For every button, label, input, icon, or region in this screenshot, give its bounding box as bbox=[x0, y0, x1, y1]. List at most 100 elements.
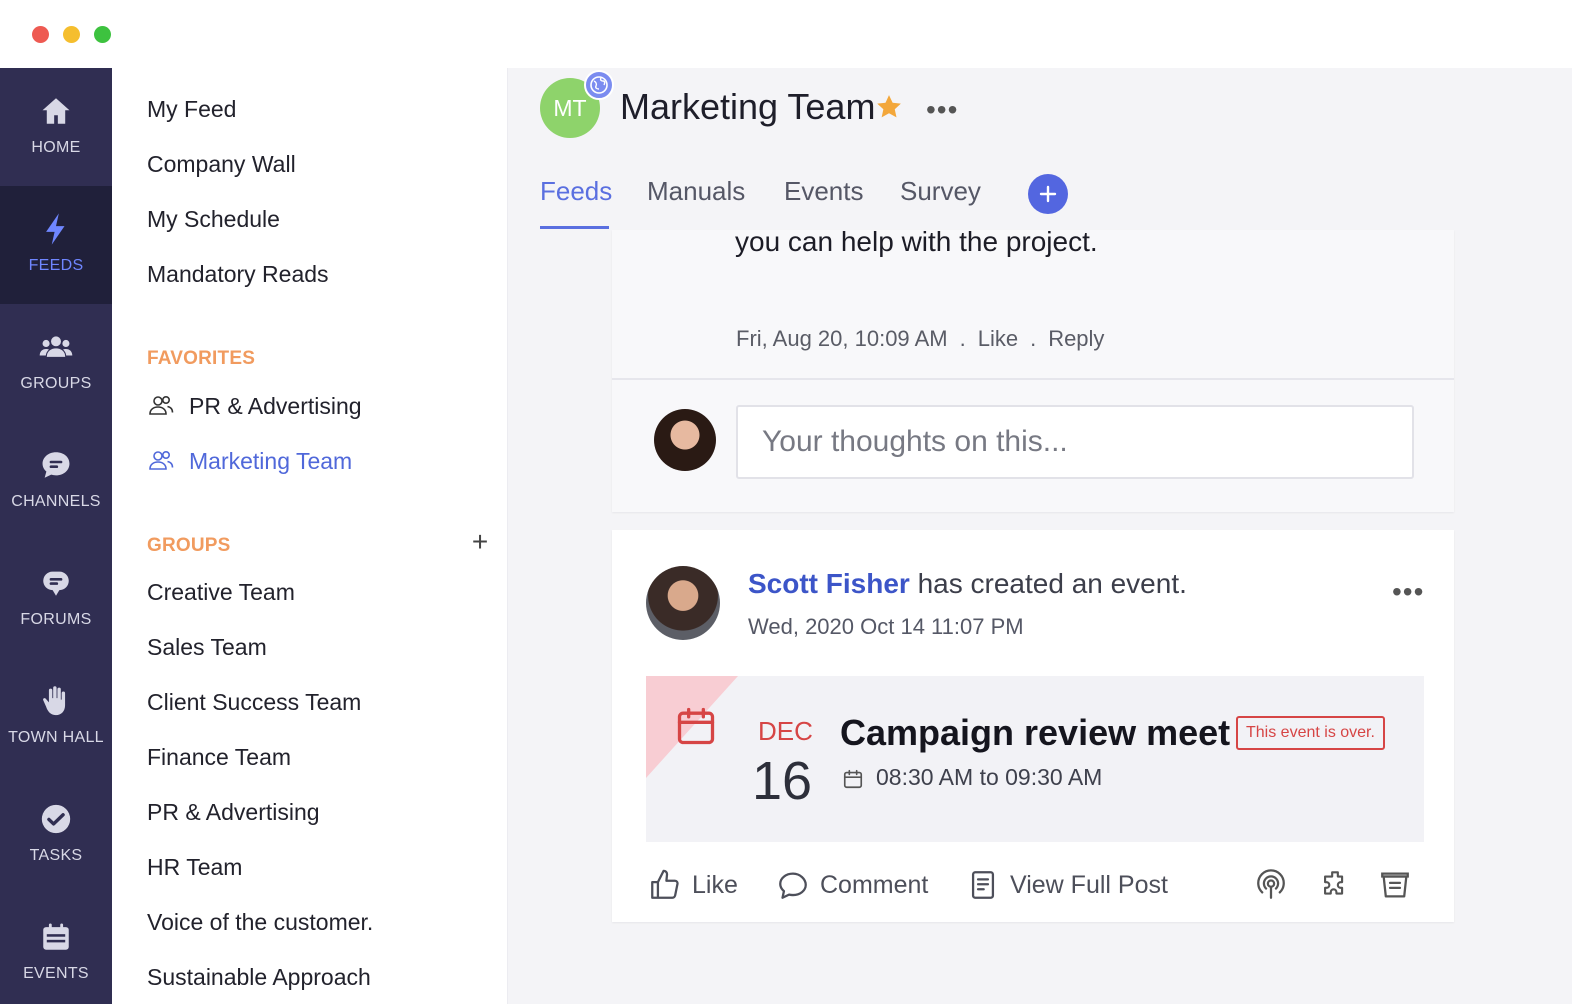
reply-link[interactable]: Reply bbox=[1048, 326, 1104, 352]
group-finance-team[interactable]: Finance Team bbox=[147, 744, 291, 771]
view-full-post-button[interactable]: View Full Post bbox=[966, 868, 1168, 902]
previous-post-card: you can help with the project. Fri, Aug … bbox=[612, 226, 1454, 512]
calendar-icon bbox=[43, 923, 69, 950]
author-name-link[interactable]: Scott Fisher bbox=[748, 568, 910, 599]
plus-icon bbox=[1039, 185, 1057, 203]
event-month: DEC bbox=[758, 716, 813, 746]
group-creative-team[interactable]: Creative Team bbox=[147, 579, 295, 606]
rail-item-label: HOME bbox=[31, 139, 81, 156]
group-voice-of-customer[interactable]: Voice of the customer. bbox=[147, 909, 373, 936]
rail-item-label: TOWN HALL bbox=[8, 729, 104, 746]
window-minimize-button[interactable] bbox=[63, 26, 80, 43]
post-text: you can help with the project. bbox=[735, 226, 1098, 257]
group-more-button[interactable]: ••• bbox=[926, 94, 958, 126]
window-titlebar bbox=[0, 0, 1572, 68]
divider bbox=[612, 378, 1454, 380]
like-label: Like bbox=[692, 870, 738, 899]
home-icon bbox=[42, 98, 70, 124]
post-timestamp: Wed, 2020 Oct 14 11:07 PM bbox=[748, 614, 1024, 639]
nav-link-my-schedule[interactable]: My Schedule bbox=[147, 206, 280, 233]
tab-survey[interactable]: Survey bbox=[900, 176, 981, 207]
rail-item-label: FEEDS bbox=[28, 257, 84, 274]
like-button[interactable]: Like bbox=[648, 868, 738, 902]
view-full-post-label: View Full Post bbox=[1010, 870, 1168, 899]
calendar-icon bbox=[677, 707, 715, 745]
post-header: Scott Fisher has created an event. bbox=[748, 568, 1187, 600]
post-meta: Fri, Aug 20, 10:09 AM . Like . Reply bbox=[736, 326, 1104, 352]
tab-manuals[interactable]: Manuals bbox=[647, 176, 745, 207]
group-icon bbox=[149, 451, 174, 470]
active-tab-indicator bbox=[540, 226, 609, 229]
group-client-success-team[interactable]: Client Success Team bbox=[147, 689, 361, 716]
puzzle-icon[interactable] bbox=[1318, 868, 1352, 902]
page-title: Marketing Team bbox=[620, 86, 876, 127]
favorites-heading: FAVORITES bbox=[147, 348, 256, 369]
rail-item-town-hall[interactable]: TOWN HALL bbox=[0, 658, 112, 776]
event-title: Campaign review meet bbox=[840, 712, 1231, 753]
app-rail: HOME FEEDS GROUPS CHANNELS FORUMS TOWN H… bbox=[0, 68, 112, 1004]
archive-icon[interactable] bbox=[1378, 868, 1412, 902]
event-card[interactable]: DEC 16 Campaign review meet This event i… bbox=[646, 676, 1424, 842]
post-more-button[interactable]: ••• bbox=[1392, 576, 1424, 608]
comment-input[interactable] bbox=[736, 405, 1414, 479]
rail-item-label: CHANNELS bbox=[11, 493, 101, 510]
calendar-small-icon bbox=[843, 769, 863, 789]
tab-feeds[interactable]: Feeds bbox=[540, 176, 612, 207]
broadcast-icon[interactable] bbox=[1254, 868, 1288, 902]
event-status-badge: This event is over. bbox=[1236, 716, 1385, 750]
feeds-navigation: My Feed Company Wall My Schedule Mandato… bbox=[112, 68, 508, 1004]
tab-events[interactable]: Events bbox=[784, 176, 864, 207]
raised-hand-icon bbox=[43, 686, 66, 716]
rail-item-label: TASKS bbox=[29, 847, 83, 864]
rail-item-channels[interactable]: CHANNELS bbox=[0, 422, 112, 540]
nav-link-company-wall[interactable]: Company Wall bbox=[147, 151, 296, 178]
groups-heading: GROUPS bbox=[147, 535, 231, 556]
avatar bbox=[646, 566, 720, 640]
comment-label: Comment bbox=[820, 870, 929, 899]
nav-link-mandatory-reads[interactable]: Mandatory Reads bbox=[147, 261, 329, 288]
favorite-star-icon[interactable] bbox=[874, 92, 904, 122]
rail-item-forums[interactable]: FORUMS bbox=[0, 540, 112, 658]
favorite-label: PR & Advertising bbox=[189, 392, 362, 419]
people-icon bbox=[39, 336, 73, 357]
group-hr-team[interactable]: HR Team bbox=[147, 854, 242, 881]
event-post-card: Scott Fisher has created an event. Wed, … bbox=[612, 530, 1454, 922]
add-tab-button[interactable] bbox=[1028, 174, 1068, 214]
comment-bubble-icon bbox=[779, 872, 807, 899]
nav-link-my-feed[interactable]: My Feed bbox=[147, 96, 236, 123]
rail-item-label: EVENTS bbox=[23, 965, 89, 982]
lightning-icon bbox=[46, 213, 65, 245]
document-icon bbox=[971, 871, 995, 899]
meta-separator: . bbox=[1030, 326, 1037, 351]
rail-item-home[interactable]: HOME bbox=[0, 68, 112, 186]
event-time: 08:30 AM to 09:30 AM bbox=[876, 764, 1103, 790]
rail-item-feeds[interactable]: FEEDS bbox=[0, 186, 112, 304]
window-zoom-button[interactable] bbox=[94, 26, 111, 43]
favorite-marketing-team[interactable]: Marketing Team bbox=[147, 447, 352, 475]
like-link[interactable]: Like bbox=[978, 326, 1018, 352]
window-close-button[interactable] bbox=[32, 26, 49, 43]
post-action-text: has created an event. bbox=[909, 568, 1187, 599]
group-pr-advertising[interactable]: PR & Advertising bbox=[147, 799, 320, 826]
add-group-button[interactable]: + bbox=[468, 528, 492, 556]
avatar bbox=[654, 409, 716, 471]
comment-button[interactable]: Comment bbox=[776, 868, 928, 902]
rail-item-events[interactable]: EVENTS bbox=[0, 894, 112, 1004]
main-content: MT Marketing Team ••• Feeds Manuals Even… bbox=[508, 68, 1572, 1004]
meta-separator: . bbox=[959, 326, 966, 351]
group-icon bbox=[149, 396, 174, 415]
event-day: 16 bbox=[752, 751, 813, 811]
favorite-pr-advertising[interactable]: PR & Advertising bbox=[147, 392, 362, 420]
rail-item-label: GROUPS bbox=[20, 375, 92, 392]
rail-item-tasks[interactable]: TASKS bbox=[0, 776, 112, 894]
chat-bubble-icon bbox=[42, 452, 70, 478]
post-timestamp: Fri, Aug 20, 10:09 AM bbox=[736, 326, 948, 351]
rail-item-label: FORUMS bbox=[20, 611, 92, 628]
thumbs-up-icon bbox=[651, 869, 679, 899]
group-sales-team[interactable]: Sales Team bbox=[147, 634, 267, 661]
favorite-label: Marketing Team bbox=[189, 447, 353, 474]
forum-icon bbox=[43, 571, 69, 596]
rail-item-groups[interactable]: GROUPS bbox=[0, 304, 112, 422]
group-sustainable-approach[interactable]: Sustainable Approach bbox=[147, 964, 371, 991]
globe-icon bbox=[584, 70, 614, 100]
